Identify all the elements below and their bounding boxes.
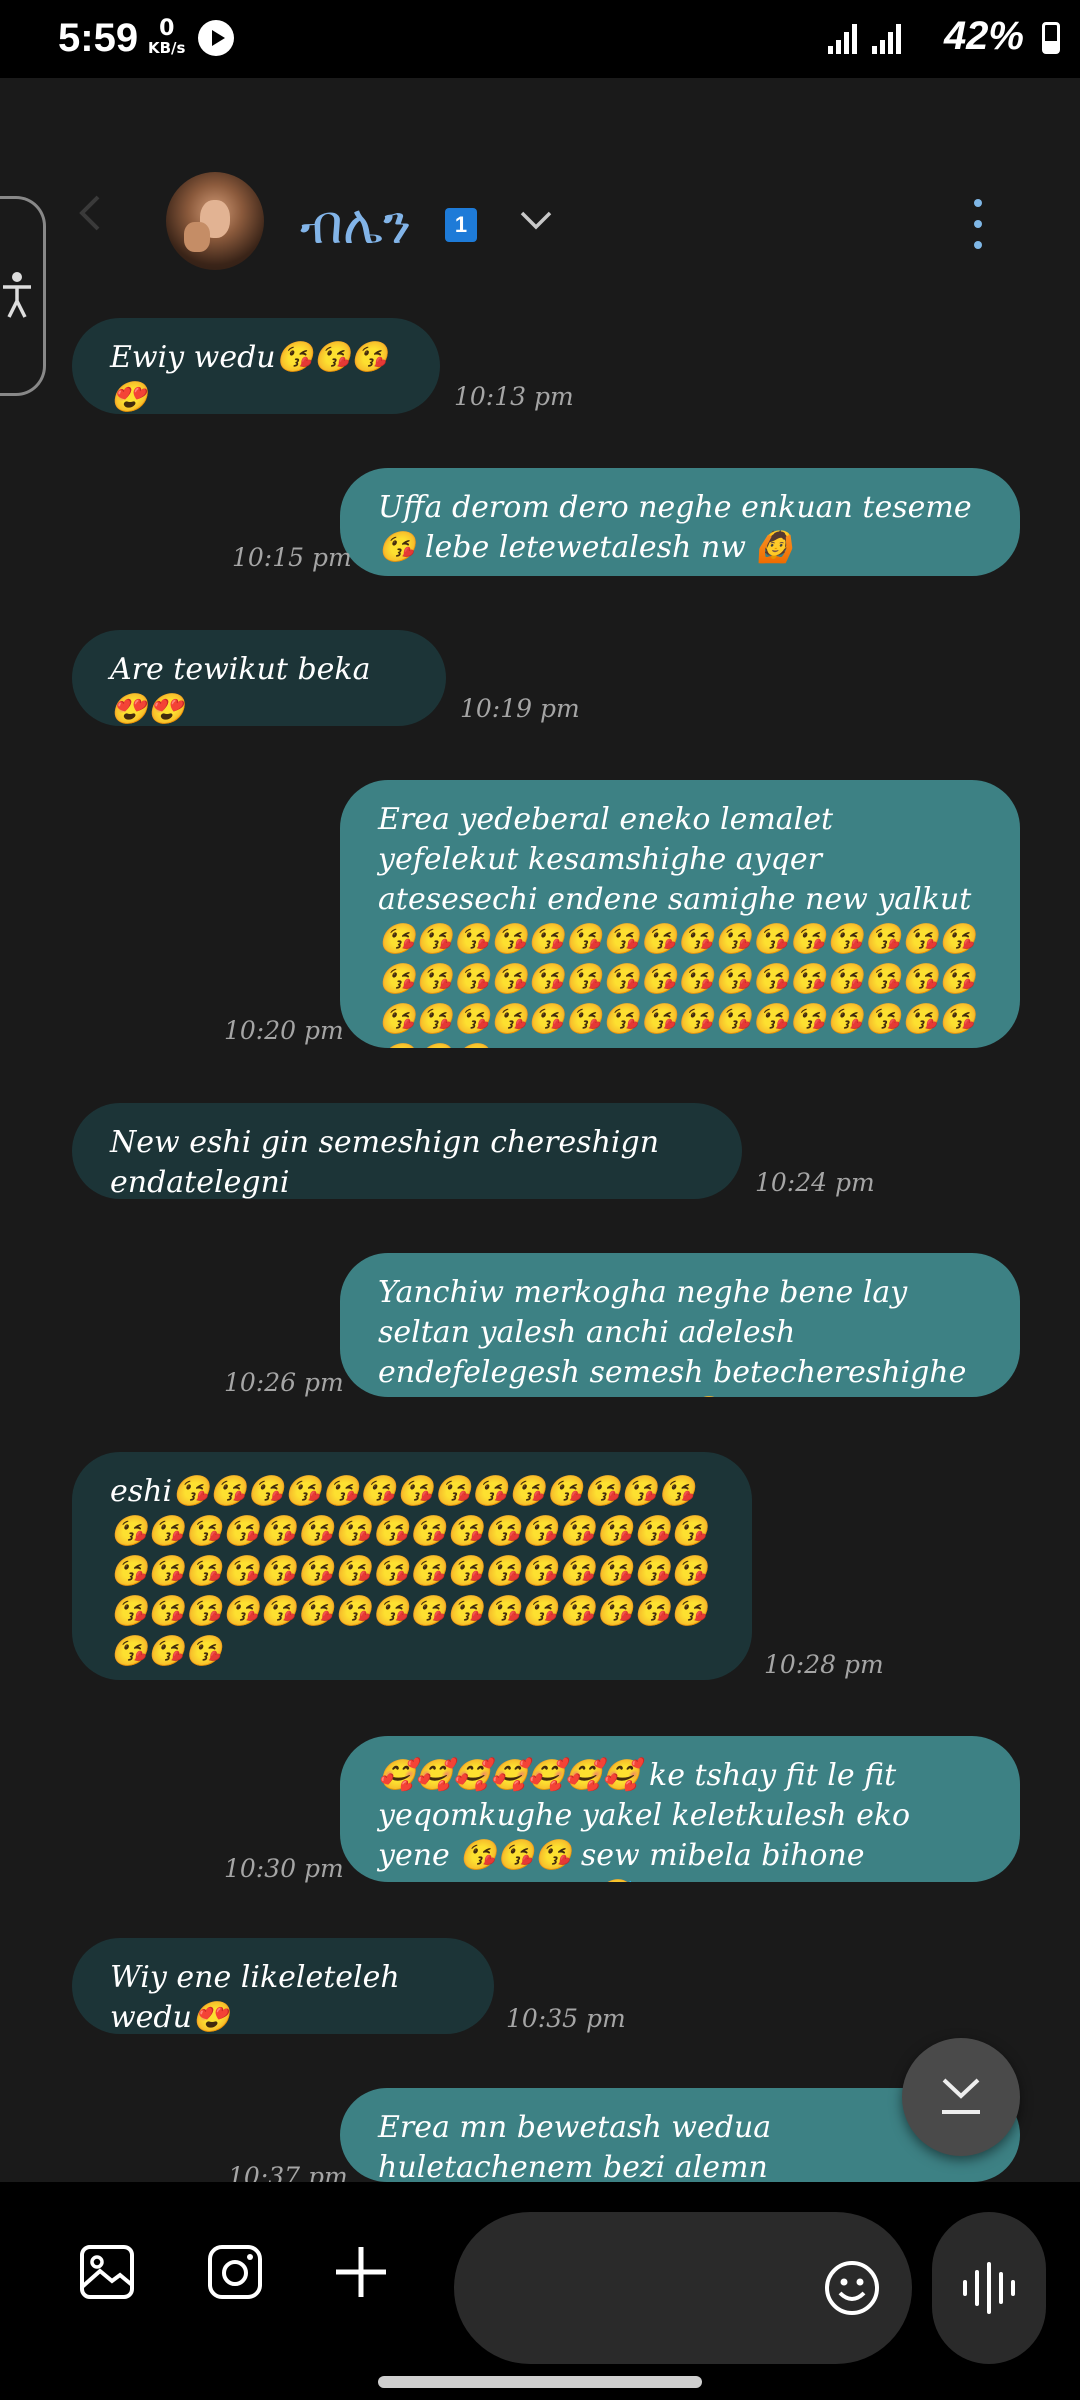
message-bubble-incoming[interactable]: Are tewikut beka 😍😍: [72, 630, 446, 726]
message-time: 10:35 pm: [506, 2004, 626, 2033]
voice-icon: [963, 2262, 1015, 2314]
message-bubble-incoming[interactable]: Wiy ene likeleteleh wedu😍: [72, 1938, 494, 2034]
gallery-icon[interactable]: [72, 2237, 142, 2307]
home-indicator: [378, 2376, 702, 2388]
message-time: 10:37 pm: [228, 2162, 348, 2182]
accessibility-icon: [3, 272, 31, 318]
message-time: 10:28 pm: [764, 1650, 884, 1679]
camera-icon[interactable]: [200, 2237, 270, 2307]
message-bubble-incoming[interactable]: eshi😘😘😘😘😘😘😘😘😘😘😘😘😘😘😘😘😘😘😘😘😘😘😘😘😘😘😘😘😘😘😘😘😘😘😘😘…: [72, 1452, 752, 1680]
message-time: 10:20 pm: [224, 1016, 344, 1045]
more-icon[interactable]: [966, 197, 990, 251]
message-time: 10:13 pm: [454, 382, 574, 411]
status-bar: 5:59 0 KB/s 42%: [0, 0, 1080, 78]
plus-icon[interactable]: [326, 2237, 396, 2307]
back-icon[interactable]: [72, 195, 108, 231]
unread-badge: 1: [445, 208, 477, 242]
media-play-icon: [198, 20, 234, 56]
message-input[interactable]: [454, 2212, 912, 2364]
message-time: 10:30 pm: [224, 1854, 344, 1883]
message-bubble-outgoing[interactable]: Yanchiw merkogha neghe bene lay seltan y…: [340, 1253, 1020, 1397]
message-bubble-outgoing[interactable]: 🥰🥰🥰🥰🥰🥰🥰 ke tshay fit le fit yeqomkughe y…: [340, 1736, 1020, 1882]
net-speed-unit: KB/s: [148, 39, 186, 57]
message-bubble-incoming[interactable]: New eshi gin semeshign chereshign endate…: [72, 1103, 742, 1199]
message-bubble-incoming[interactable]: Ewiy wedu😘😘😘😍: [72, 318, 440, 414]
message-time: 10:26 pm: [224, 1368, 344, 1397]
chat-header: ብሌን 1: [0, 155, 1080, 285]
contact-name[interactable]: ብሌን: [300, 193, 411, 257]
message-bubble-outgoing[interactable]: Uffa derom dero neghe enkuan teseme😘 leb…: [340, 468, 1020, 576]
accessibility-tab[interactable]: [0, 196, 46, 396]
battery-percent: 42%: [943, 14, 1024, 58]
emoji-icon[interactable]: [824, 2260, 880, 2316]
message-time: 10:19 pm: [460, 694, 580, 723]
status-time: 5:59: [58, 16, 139, 60]
scroll-down-button[interactable]: [902, 2038, 1020, 2156]
signal-icon: [828, 24, 860, 54]
avatar[interactable]: [166, 172, 264, 270]
scroll-down-icon: [942, 2078, 980, 2114]
message-time: 10:24 pm: [755, 1168, 875, 1197]
net-speed-value: 0: [159, 16, 175, 41]
chevron-down-icon[interactable]: [518, 205, 554, 235]
message-bubble-outgoing[interactable]: Erea yedeberal eneko lemalet yefelekut k…: [340, 780, 1020, 1048]
message-time: 10:15 pm: [232, 543, 352, 572]
signal-icon-2: [872, 24, 904, 54]
voice-button[interactable]: [932, 2212, 1046, 2364]
net-speed: 0 KB/s: [148, 18, 185, 57]
compose-bar: [0, 2182, 1080, 2400]
battery-icon: [1042, 22, 1060, 54]
